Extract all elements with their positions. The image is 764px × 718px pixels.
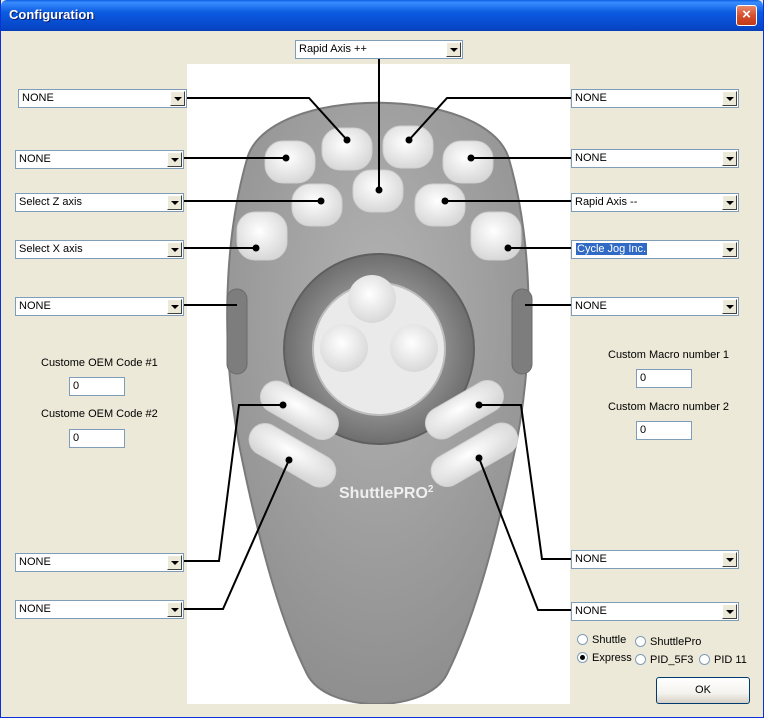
chevron-down-icon[interactable] (722, 604, 737, 619)
radio-shuttlepro[interactable]: ShuttlePro (635, 636, 701, 650)
device-button-6 (352, 169, 404, 213)
close-icon: × (742, 6, 751, 23)
oem-code-1-label: Custome OEM Code #1 (41, 357, 158, 369)
jog-dimple-right (390, 324, 438, 372)
device-side-button-left (226, 288, 248, 375)
dropdown-value: NONE (575, 605, 607, 617)
device-button-7 (414, 183, 466, 227)
device-button-5 (291, 183, 343, 227)
dropdown-value: NONE (19, 603, 51, 615)
jog-dimple-left (320, 324, 368, 372)
chevron-down-icon[interactable] (446, 42, 461, 57)
chevron-down-icon[interactable] (167, 299, 182, 314)
chevron-down-icon[interactable] (722, 151, 737, 166)
chevron-down-icon[interactable] (722, 552, 737, 567)
device-side-button-right (511, 288, 533, 375)
dropdown-right-4[interactable]: Cycle Jog Inc. (571, 240, 739, 259)
dropdown-value-selected: Cycle Jog Inc. (576, 243, 648, 255)
dropdown-top-center[interactable]: Rapid Axis ++ (295, 40, 463, 59)
configuration-window: Configuration × ShuttlePRO2 Rapid Axis +… (0, 0, 764, 718)
dropdown-left-6[interactable]: NONE (15, 553, 184, 572)
radio-indicator[interactable] (577, 634, 588, 645)
radio-indicator[interactable] (635, 654, 646, 665)
device-button-3 (264, 140, 316, 184)
chevron-down-icon[interactable] (167, 242, 182, 257)
device-logo: ShuttlePRO2 (339, 484, 434, 502)
dropdown-right-1[interactable]: NONE (571, 89, 739, 108)
macro-number-2-input[interactable]: 0 (636, 421, 692, 440)
device-button-9 (470, 211, 522, 261)
dropdown-value: Select X axis (19, 243, 83, 255)
radio-indicator[interactable] (699, 654, 710, 665)
shuttlepro-device-image: ShuttlePRO2 (226, 101, 533, 704)
dropdown-value: NONE (575, 300, 607, 312)
chevron-down-icon[interactable] (167, 195, 182, 210)
dropdown-right-3[interactable]: Rapid Axis -- (571, 193, 739, 212)
dropdown-right-2[interactable]: NONE (571, 149, 739, 168)
dropdown-value: NONE (575, 553, 607, 565)
macro-number-2-label: Custom Macro number 2 (608, 401, 730, 413)
oem-code-1-input[interactable]: 0 (69, 377, 125, 396)
chevron-down-icon[interactable] (167, 555, 182, 570)
chevron-down-icon[interactable] (167, 152, 182, 167)
dropdown-left-5[interactable]: NONE (15, 297, 184, 316)
dropdown-value: Rapid Axis -- (575, 196, 638, 208)
dropdown-value: NONE (19, 153, 51, 165)
dropdown-right-7[interactable]: NONE (571, 602, 739, 621)
oem-code-2-input[interactable]: 0 (69, 429, 125, 448)
dropdown-value: NONE (19, 300, 51, 312)
device-button-8 (236, 211, 288, 261)
dropdown-left-1[interactable]: NONE (18, 89, 187, 108)
radio-shuttle[interactable]: Shuttle (577, 634, 626, 648)
jog-dimple-top (348, 275, 396, 323)
close-button[interactable]: × (736, 5, 757, 26)
chevron-down-icon[interactable] (167, 602, 182, 617)
ok-button[interactable]: OK (656, 677, 750, 704)
radio-indicator[interactable] (635, 636, 646, 647)
device-button-1 (321, 127, 373, 171)
dropdown-left-7[interactable]: NONE (15, 600, 184, 619)
dropdown-value: Select Z axis (19, 196, 82, 208)
dropdown-left-2[interactable]: NONE (15, 150, 184, 169)
chevron-down-icon[interactable] (170, 91, 185, 106)
dropdown-value: NONE (575, 152, 607, 164)
chevron-down-icon[interactable] (722, 299, 737, 314)
device-button-4 (442, 140, 494, 184)
radio-pid-5f3[interactable]: PID_5F3 (635, 654, 693, 668)
dropdown-right-6[interactable]: NONE (571, 550, 739, 569)
oem-code-2-label: Custome OEM Code #2 (41, 408, 158, 420)
macro-number-1-label: Custom Macro number 1 (608, 349, 730, 361)
radio-pid-11[interactable]: PID 11 (699, 654, 747, 668)
title-bar[interactable]: Configuration × (1, 0, 763, 31)
dropdown-value: NONE (22, 92, 54, 104)
chevron-down-icon[interactable] (722, 195, 737, 210)
dropdown-value: NONE (19, 556, 51, 568)
macro-number-1-input[interactable]: 0 (636, 369, 692, 388)
dropdown-left-3[interactable]: Select Z axis (15, 193, 184, 212)
window-title: Configuration (9, 7, 95, 22)
radio-express[interactable]: Express (577, 652, 632, 666)
dropdown-value: Rapid Axis ++ (299, 43, 367, 55)
chevron-down-icon[interactable] (722, 242, 737, 257)
radio-indicator-selected[interactable] (577, 652, 588, 663)
dropdown-left-4[interactable]: Select X axis (15, 240, 184, 259)
dropdown-right-5[interactable]: NONE (571, 297, 739, 316)
dropdown-value: NONE (575, 92, 607, 104)
device-button-2 (382, 125, 434, 169)
chevron-down-icon[interactable] (722, 91, 737, 106)
